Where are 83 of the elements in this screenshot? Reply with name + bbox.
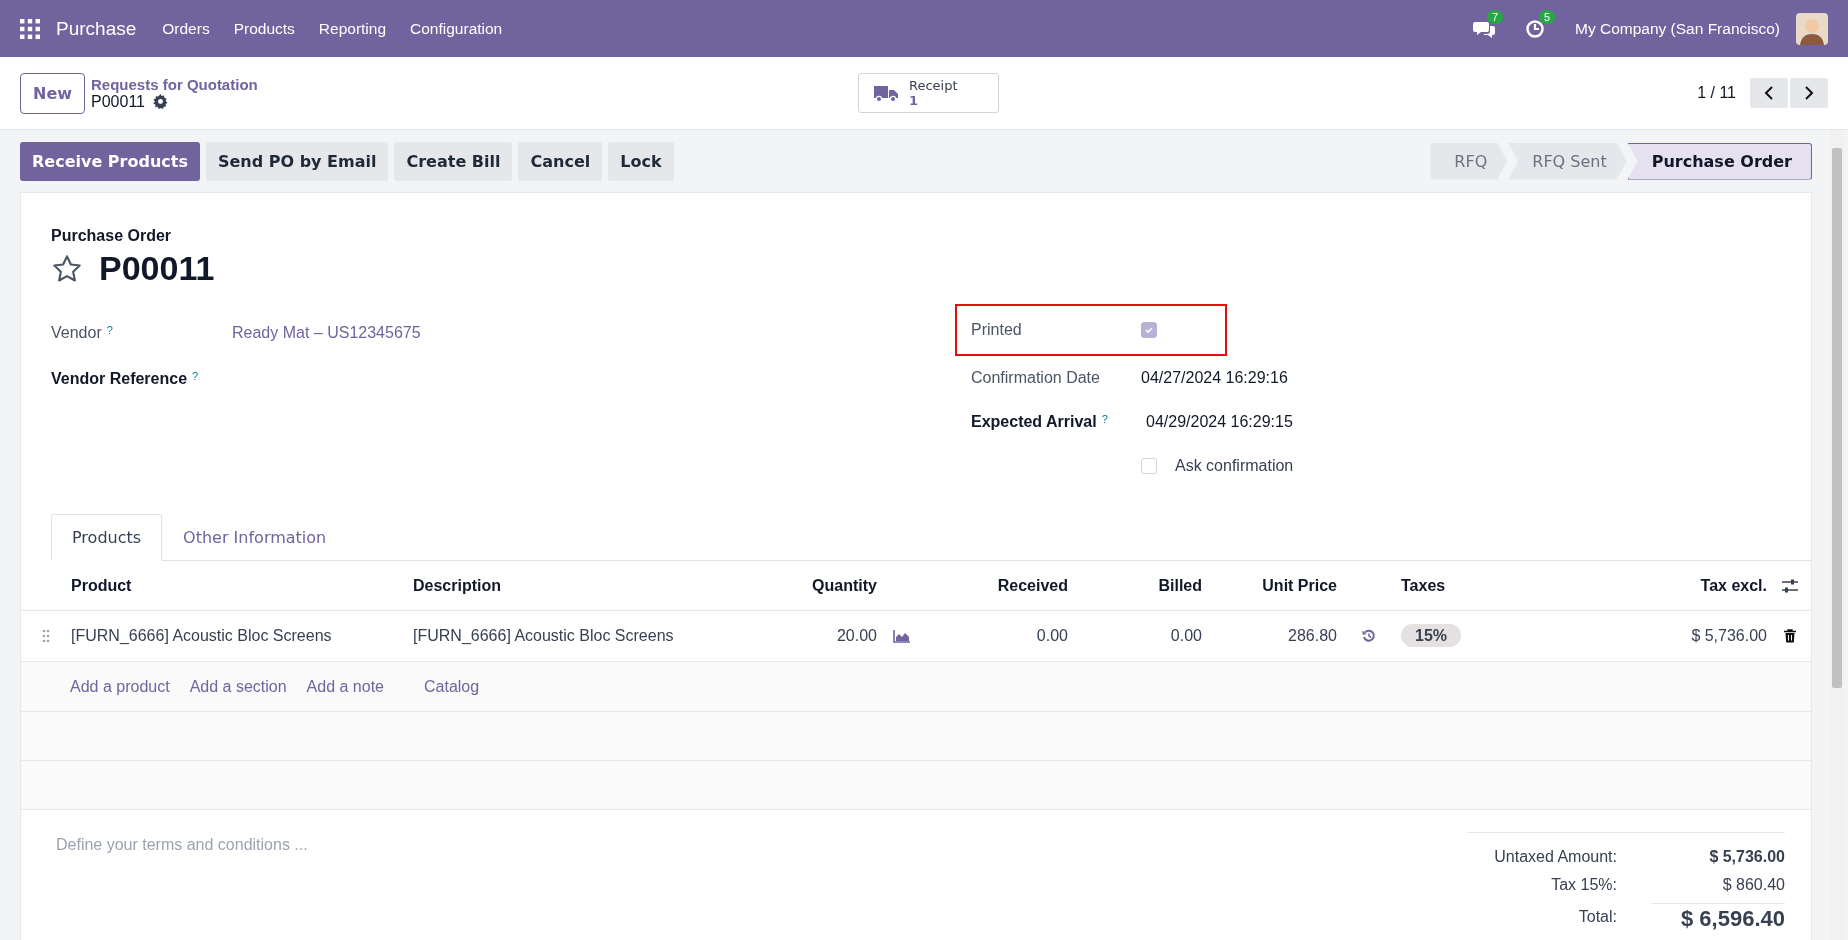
- column-header[interactable]: Tax excl.: [1700, 576, 1767, 595]
- action-button[interactable]: Cancel: [518, 141, 603, 181]
- checkbox-label: Ask confirmation: [1175, 457, 1294, 475]
- field-label: Vendor: [51, 324, 102, 342]
- trash-icon[interactable]: [1784, 629, 1796, 643]
- table-cell: [FURN_6666] Acoustic Bloc Screens: [413, 627, 674, 645]
- action-button[interactable]: Send PO by Email: [205, 141, 389, 181]
- column-header[interactable]: Product: [71, 576, 132, 595]
- total-value: $ 860.40: [1721, 876, 1785, 894]
- field-value: 04/27/2024 16:29:16: [1141, 369, 1288, 387]
- table-cell: 286.80: [1288, 627, 1337, 645]
- field-value: 04/29/2024 16:29:15: [1146, 413, 1293, 431]
- checkbox[interactable]: [1141, 322, 1157, 338]
- notebook-tab[interactable]: Products: [51, 514, 163, 561]
- smart-button-label: Receipt: [909, 78, 958, 93]
- gear-icon[interactable]: [153, 94, 168, 109]
- total-value: $ 5,736.00: [1708, 848, 1785, 866]
- status-step[interactable]: RFQ: [1430, 142, 1508, 180]
- add-line-link[interactable]: Add a note: [306, 677, 384, 696]
- column-header[interactable]: Description: [413, 576, 501, 595]
- vendor-link[interactable]: Ready Mat – US12345675: [232, 324, 421, 342]
- total-label: Untaxed Amount:: [1494, 848, 1617, 866]
- table-cell: 0.00: [1170, 627, 1202, 645]
- menu-item[interactable]: Orders: [162, 19, 210, 38]
- column-header[interactable]: Unit Price: [1262, 576, 1337, 595]
- add-line-link[interactable]: Add a product: [70, 677, 170, 696]
- drag-handle-icon[interactable]: [42, 629, 50, 643]
- status-step[interactable]: RFQ Sent: [1508, 142, 1627, 180]
- app-name[interactable]: Purchase: [56, 17, 137, 40]
- next-button[interactable]: [1790, 78, 1828, 108]
- receipt-smart-button[interactable]: Receipt 1: [858, 73, 999, 113]
- truck-icon: [873, 83, 899, 103]
- field-label: Expected Arrival: [971, 413, 1097, 431]
- pager-counter: 1 / 11: [1697, 84, 1736, 102]
- previous-button[interactable]: [1750, 78, 1788, 108]
- apps-grid-icon[interactable]: [20, 18, 40, 39]
- total-value: $ 6,596.40: [1651, 902, 1785, 932]
- sliders-icon[interactable]: [1782, 578, 1798, 593]
- avatar-icon[interactable]: [1796, 12, 1828, 45]
- table-cell: [FURN_6666] Acoustic Bloc Screens: [71, 627, 332, 645]
- breadcrumb-link[interactable]: Requests for Quotation: [91, 75, 258, 93]
- column-header[interactable]: Received: [997, 576, 1068, 595]
- notebook-tab[interactable]: Other Information: [162, 514, 348, 561]
- check-icon: [1144, 325, 1154, 335]
- table-cell: 20.00: [836, 627, 877, 645]
- count-badge: 7: [1487, 9, 1504, 24]
- clock-icon[interactable]: [1525, 18, 1545, 39]
- area-chart-icon[interactable]: [893, 629, 911, 643]
- scrollbar[interactable]: [1830, 130, 1844, 940]
- status-step[interactable]: Purchase Order: [1627, 142, 1812, 180]
- form-subtitle: Purchase Order: [51, 227, 173, 245]
- count-badge: 5: [1539, 9, 1556, 24]
- action-button[interactable]: Create Bill: [394, 141, 513, 181]
- new-button[interactable]: New: [20, 72, 86, 114]
- record-title: P00011: [99, 249, 215, 288]
- field-label: Vendor Reference: [51, 370, 188, 388]
- action-button[interactable]: Lock: [608, 141, 674, 181]
- add-line-link[interactable]: Add a section: [189, 677, 287, 696]
- tax-tag: 15%: [1401, 624, 1462, 647]
- add-line-link[interactable]: Catalog: [424, 677, 480, 696]
- column-header[interactable]: Billed: [1158, 576, 1202, 595]
- menu-item[interactable]: Products: [233, 19, 295, 38]
- field-label: Printed: [971, 321, 1022, 339]
- checkbox[interactable]: [1141, 458, 1157, 474]
- menu-item[interactable]: Reporting: [318, 19, 387, 38]
- action-button[interactable]: Receive Products: [20, 141, 200, 181]
- chevron-left-icon: [1763, 85, 1775, 101]
- total-label: Tax 15%:: [1551, 876, 1617, 894]
- history-icon[interactable]: [1362, 629, 1376, 643]
- smart-button-count: 1: [909, 93, 919, 108]
- total-label: Total:: [1578, 908, 1617, 926]
- column-header[interactable]: Taxes: [1401, 576, 1446, 595]
- help-tooltip[interactable]: ?: [106, 324, 113, 336]
- company-switcher[interactable]: My Company (San Francisco): [1575, 19, 1780, 38]
- table-cell: 0.00: [1036, 627, 1068, 645]
- help-tooltip[interactable]: ?: [192, 370, 199, 382]
- column-header[interactable]: Quantity: [812, 576, 877, 595]
- record-name: P00011: [91, 92, 145, 111]
- help-tooltip[interactable]: ?: [1101, 413, 1108, 425]
- table-cell: $ 5,736.00: [1691, 627, 1767, 645]
- menu-item[interactable]: Configuration: [410, 19, 503, 38]
- field-label: Confirmation Date: [971, 369, 1100, 387]
- chevron-right-icon: [1803, 85, 1815, 101]
